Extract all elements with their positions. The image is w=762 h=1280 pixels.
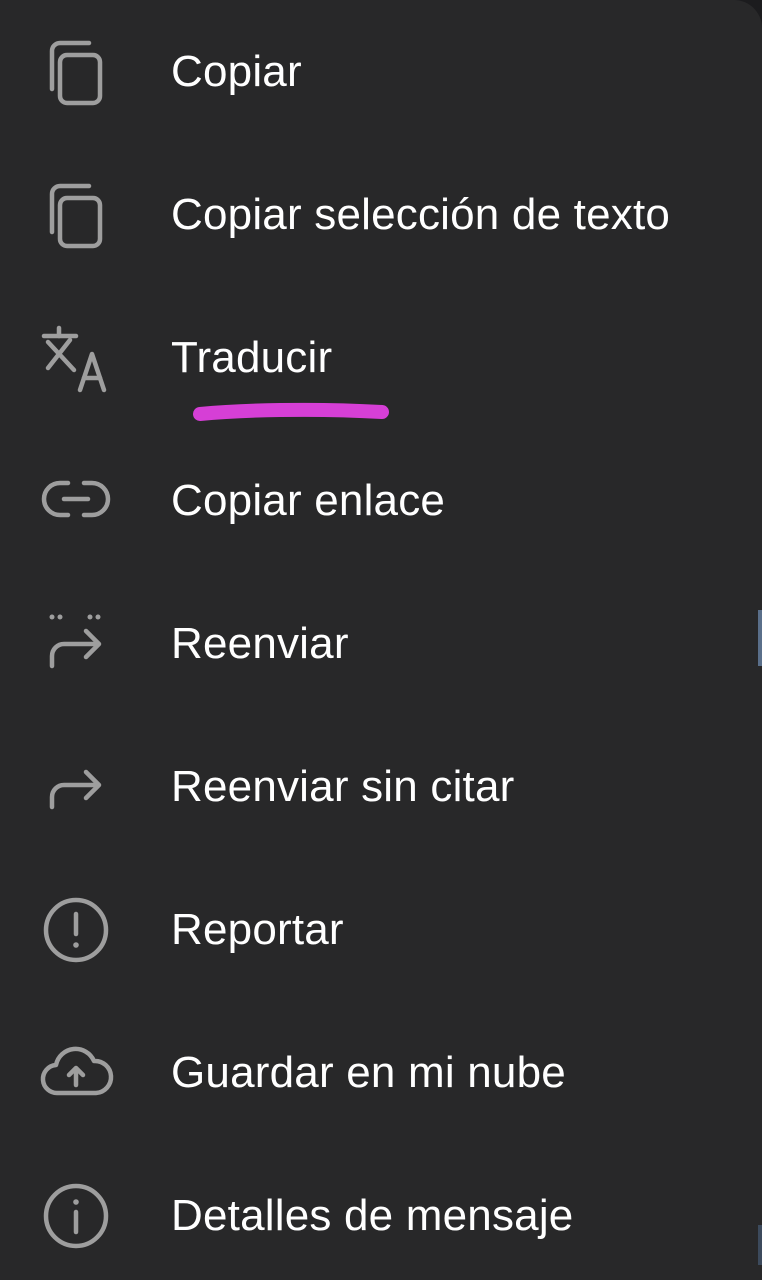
menu-item-reenviar[interactable]: Reenviar xyxy=(0,572,762,715)
menu-item-copiar[interactable]: Copiar xyxy=(0,0,762,143)
menu-item-label: Copiar xyxy=(171,46,302,96)
copy-icon xyxy=(38,34,114,110)
menu-item-label: Detalles de mensaje xyxy=(171,1190,574,1240)
menu-item-label: Guardar en mi nube xyxy=(171,1047,566,1097)
menu-item-label: Reenviar xyxy=(171,618,349,668)
copy-selection-icon xyxy=(38,177,114,253)
cloud-upload-icon xyxy=(38,1035,114,1111)
forward-icon xyxy=(38,606,114,682)
menu-item-reportar[interactable]: Reportar xyxy=(0,858,762,1001)
background-edge xyxy=(758,1225,762,1265)
menu-item-copiar-enlace[interactable]: Copiar enlace xyxy=(0,429,762,572)
context-menu: Copiar Copiar selección de texto Traduci… xyxy=(0,0,762,1280)
highlight-underline xyxy=(193,402,389,421)
link-icon xyxy=(38,463,114,539)
report-icon xyxy=(38,892,114,968)
menu-item-guardar-nube[interactable]: Guardar en mi nube xyxy=(0,1001,762,1144)
menu-item-detalles-mensaje[interactable]: Detalles de mensaje xyxy=(0,1144,762,1280)
info-icon xyxy=(38,1178,114,1254)
menu-item-label: Copiar selección de texto xyxy=(171,189,671,239)
menu-item-label: Copiar enlace xyxy=(171,475,446,525)
menu-item-reenviar-sin-citar[interactable]: Reenviar sin citar xyxy=(0,715,762,858)
translate-icon xyxy=(38,320,114,396)
background-edge xyxy=(758,610,762,666)
menu-item-copiar-seleccion[interactable]: Copiar selección de texto xyxy=(0,143,762,286)
menu-item-label: Reportar xyxy=(171,904,344,954)
forward-without-quote-icon xyxy=(38,749,114,825)
menu-item-label: Reenviar sin citar xyxy=(171,761,515,811)
menu-item-label: Traducir xyxy=(171,332,333,382)
